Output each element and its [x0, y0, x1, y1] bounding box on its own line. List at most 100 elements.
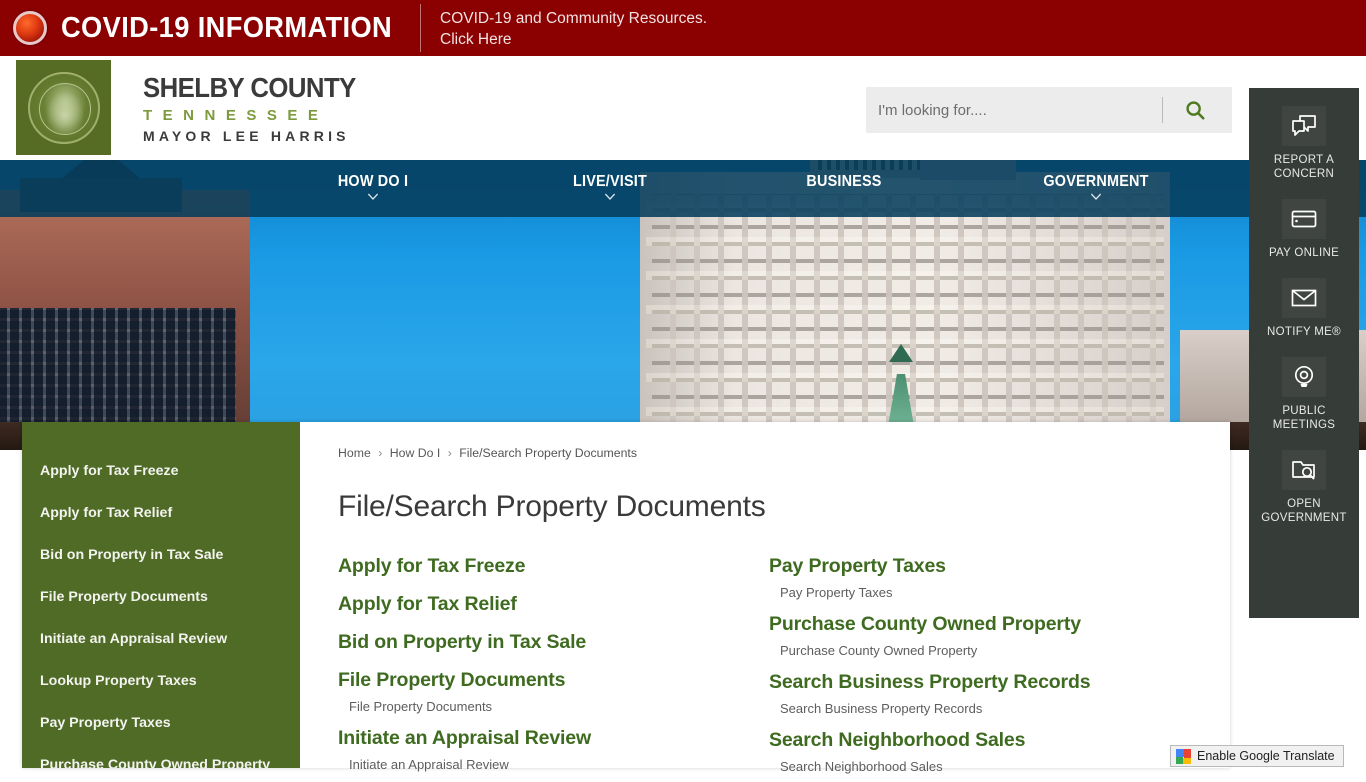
quick-links-bar: REPORT A CONCERN PAY ONLINE NOTIFY ME® P… — [1249, 88, 1359, 618]
quick-link-label: PAY ONLINE — [1268, 247, 1340, 259]
nav-item-how-do-i[interactable]: HOW DO I — [317, 173, 429, 200]
wordmark-state: TENNESSEE — [143, 107, 329, 124]
main-panel: Home › How Do I › File/Search Property D… — [300, 422, 1230, 774]
search-button[interactable] — [1163, 88, 1227, 132]
breadcrumb: Home › How Do I › File/Search Property D… — [338, 446, 1200, 460]
hero-steeple-top — [889, 344, 913, 362]
breadcrumb-item-home[interactable]: Home — [338, 446, 371, 460]
page-title: File/Search Property Documents — [338, 490, 766, 523]
chevron-down-icon — [367, 193, 379, 200]
link-group: Initiate an Appraisal Review Initiate an… — [338, 722, 769, 775]
shelby-county-seal-icon[interactable] — [16, 60, 111, 155]
alert-circle-icon — [13, 11, 47, 45]
google-translate-icon — [1176, 748, 1191, 764]
link-description: Search Neighborhood Sales — [780, 759, 943, 774]
quick-link-label-line2: CONCERN — [1273, 168, 1335, 180]
translate-label: Enable Google Translate — [1197, 749, 1335, 763]
credit-card-icon — [1282, 199, 1326, 239]
nav-item-label: BUSINESS — [806, 173, 882, 190]
site-logo-wordmark[interactable]: SHELBY COUNTY TENNESSEE MAYOR LEE HARRIS — [143, 72, 374, 144]
link-bid-on-property-in-tax-sale[interactable]: Bid on Property in Tax Sale — [338, 626, 769, 659]
link-description: Pay Property Taxes — [780, 585, 893, 600]
link-group: File Property Documents File Property Do… — [338, 664, 769, 717]
link-group: Search Neighborhood Sales Search Neighbo… — [769, 724, 1200, 777]
breadcrumb-item-how-do-i[interactable]: How Do I — [390, 446, 441, 460]
hero-building-left — [0, 160, 250, 450]
sidebar-item-apply-for-tax-relief[interactable]: Apply for Tax Relief — [22, 492, 300, 534]
link-search-business-property-records[interactable]: Search Business Property Records — [769, 666, 1200, 699]
link-description: File Property Documents — [349, 699, 493, 714]
link-group: Apply for Tax Freeze — [338, 550, 769, 583]
covid-banner-divider — [420, 4, 421, 52]
quick-link-label-line2: GOVERNMENT — [1261, 512, 1347, 524]
breadcrumb-separator: › — [447, 446, 452, 460]
nav-item-label: LIVE/VISIT — [573, 173, 647, 190]
link-description: Search Business Property Records — [780, 701, 983, 716]
hero-banner-image: HOW DO I LIVE/VISIT BUSINESS GOVERNMENT — [0, 160, 1366, 450]
nav-item-live-visit[interactable]: LIVE/VISIT — [554, 173, 666, 200]
seal-graphic — [27, 71, 100, 144]
link-group: Purchase County Owned Property Purchase … — [769, 608, 1200, 661]
site-search — [866, 87, 1232, 133]
quick-link-label: REPORT A CONCERN — [1274, 153, 1334, 181]
chevron-down-icon — [604, 193, 616, 200]
sidebar-item-bid-on-property-in-tax-sale[interactable]: Bid on Property in Tax Sale — [22, 534, 300, 576]
link-initiate-an-appraisal-review[interactable]: Initiate an Appraisal Review — [338, 722, 769, 755]
covid-banner-title: COVID-19 INFORMATION — [61, 11, 393, 44]
quick-link-public-meetings[interactable]: PUBLIC MEETINGS — [1249, 349, 1359, 442]
nav-item-label: HOW DO I — [337, 173, 409, 190]
quick-link-report-a-concern[interactable]: REPORT A CONCERN — [1249, 98, 1359, 191]
quick-link-notify-me[interactable]: NOTIFY ME® — [1249, 270, 1359, 349]
chevron-down-icon — [1090, 193, 1102, 200]
quick-link-label: NOTIFY ME® — [1267, 326, 1341, 338]
sidebar-item-lookup-property-taxes[interactable]: Lookup Property Taxes — [22, 660, 300, 702]
site-header: SHELBY COUNTY TENNESSEE MAYOR LEE HARRIS — [0, 56, 1366, 160]
covid-banner-subtitle-line1: COVID-19 and Community Resources. — [440, 10, 708, 27]
link-description: Initiate an Appraisal Review — [349, 757, 509, 772]
quick-link-label: PUBLIC MEETINGS — [1273, 404, 1335, 432]
search-input[interactable] — [866, 88, 1162, 132]
link-group: Apply for Tax Relief — [338, 588, 769, 621]
quick-link-label: OPEN GOVERNMENT — [1261, 497, 1346, 525]
quick-link-open-government[interactable]: OPEN GOVERNMENT — [1249, 442, 1359, 535]
section-side-menu: Apply for Tax Freeze Apply for Tax Relie… — [22, 422, 300, 768]
link-apply-for-tax-relief[interactable]: Apply for Tax Relief — [338, 588, 769, 621]
link-group: Search Business Property Records Search … — [769, 666, 1200, 719]
wordmark-county: SHELBY COUNTY — [143, 72, 356, 103]
link-columns: Apply for Tax Freeze Apply for Tax Relie… — [338, 550, 1200, 782]
quick-link-label-line2: MEETINGS — [1272, 419, 1336, 431]
sidebar-item-apply-for-tax-freeze[interactable]: Apply for Tax Freeze — [22, 450, 300, 492]
content-card: Apply for Tax Freeze Apply for Tax Relie… — [22, 422, 1230, 774]
link-file-property-documents[interactable]: File Property Documents — [338, 664, 769, 697]
sidebar-item-pay-property-taxes[interactable]: Pay Property Taxes — [22, 702, 300, 744]
link-group: Bid on Property in Tax Sale — [338, 626, 769, 659]
covid-banner-subtitle-line2: Click Here — [440, 31, 512, 48]
quick-link-pay-online[interactable]: PAY ONLINE — [1249, 191, 1359, 270]
link-description: Purchase County Owned Property — [780, 643, 978, 658]
link-search-neighborhood-sales[interactable]: Search Neighborhood Sales — [769, 724, 1200, 757]
nav-item-business[interactable]: BUSINESS — [788, 173, 900, 191]
link-column-right: Pay Property Taxes Pay Property Taxes Pu… — [769, 550, 1200, 782]
covid-alert-banner[interactable]: COVID-19 INFORMATION COVID-19 and Commun… — [0, 0, 1366, 56]
sidebar-item-purchase-county-owned-property[interactable]: Purchase County Owned Property — [22, 744, 300, 768]
sidebar-item-initiate-an-appraisal-review[interactable]: Initiate an Appraisal Review — [22, 618, 300, 660]
link-group: Pay Property Taxes Pay Property Taxes — [769, 550, 1200, 603]
link-pay-property-taxes[interactable]: Pay Property Taxes — [769, 550, 1200, 583]
search-icon — [1186, 101, 1205, 120]
enable-google-translate-button[interactable]: Enable Google Translate — [1170, 745, 1344, 767]
speech-bubbles-icon — [1282, 106, 1326, 146]
link-apply-for-tax-freeze[interactable]: Apply for Tax Freeze — [338, 550, 769, 583]
envelope-icon — [1282, 278, 1326, 318]
link-purchase-county-owned-property[interactable]: Purchase County Owned Property — [769, 608, 1200, 641]
main-navigation: HOW DO I LIVE/VISIT BUSINESS GOVERNMENT — [0, 160, 1366, 217]
nav-item-government[interactable]: GOVERNMENT — [1025, 173, 1166, 200]
folder-search-icon — [1282, 450, 1326, 490]
quick-link-label-line1: OPEN — [1287, 498, 1321, 510]
wordmark-mayor: MAYOR LEE HARRIS — [143, 128, 350, 144]
link-column-left: Apply for Tax Freeze Apply for Tax Relie… — [338, 550, 769, 782]
quick-link-label-line1: REPORT A — [1273, 154, 1335, 166]
breadcrumb-separator: › — [378, 446, 383, 460]
covid-banner-subtitle[interactable]: COVID-19 and Community Resources. Click … — [440, 8, 707, 50]
breadcrumb-item-current: File/Search Property Documents — [459, 446, 637, 460]
sidebar-item-file-property-documents[interactable]: File Property Documents — [22, 576, 300, 618]
